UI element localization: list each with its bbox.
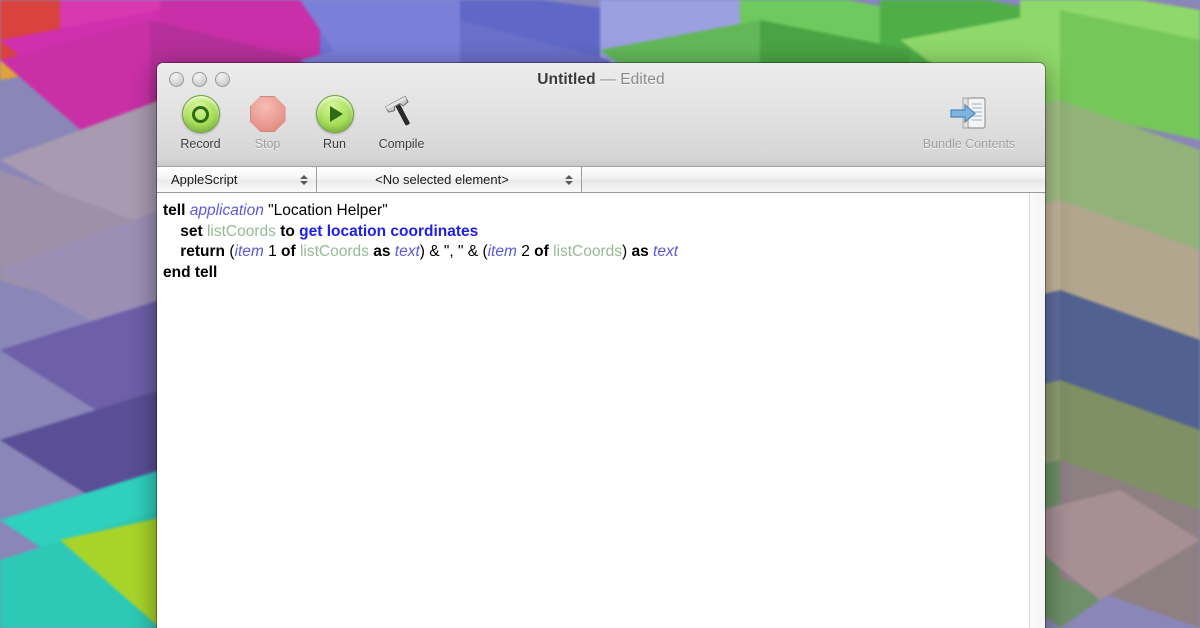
navbar-filler xyxy=(582,167,1045,192)
code-token: to xyxy=(280,222,295,240)
bundle-contents-button[interactable]: Bundle Contents xyxy=(899,94,1039,151)
bundle-contents-icon xyxy=(947,94,991,134)
code-token: listCoords xyxy=(553,243,623,261)
code-token: 1 xyxy=(263,243,282,261)
code-token: 2 xyxy=(516,243,535,261)
code-token: end tell xyxy=(163,263,218,281)
language-popup-value: AppleScript xyxy=(171,172,238,187)
code-token: of xyxy=(281,243,296,261)
record-button-label: Record xyxy=(180,137,221,151)
code-token: "Location Helper" xyxy=(263,202,388,219)
compile-button[interactable]: Compile xyxy=(368,94,435,151)
script-source-text[interactable]: tell application "Location Helper" set l… xyxy=(157,193,1029,628)
code-token: tell xyxy=(163,202,186,219)
editor-area: tell application "Location Helper" set l… xyxy=(157,193,1045,628)
element-popup[interactable]: <No selected element> xyxy=(317,167,582,192)
code-token: return xyxy=(180,243,226,261)
window-title-text: Untitled xyxy=(537,71,596,88)
run-button-label: Run xyxy=(323,137,346,151)
language-popup[interactable]: AppleScript xyxy=(157,167,317,192)
run-play-icon xyxy=(315,94,354,134)
code-token: text xyxy=(394,243,420,261)
compile-button-label: Compile xyxy=(378,137,425,151)
toolbar-right-group: Bundle Contents xyxy=(899,94,1039,151)
code-line: tell application "Location Helper" xyxy=(163,201,1023,222)
code-token: as xyxy=(631,243,649,261)
bundle-contents-label: Bundle Contents xyxy=(922,137,1016,151)
code-line: set listCoords to get location coordinat… xyxy=(163,222,1023,243)
code-line: end tell xyxy=(163,263,1023,284)
code-token: application xyxy=(189,202,264,219)
desktop-background: Untitled — Edited Record Stop Run Compil… xyxy=(0,0,1200,628)
code-token: listCoords xyxy=(206,222,276,240)
applescript-editor-window: Untitled — Edited Record Stop Run Compil… xyxy=(157,63,1045,628)
run-button[interactable]: Run xyxy=(301,94,368,151)
window-title: Untitled — Edited xyxy=(157,70,1045,89)
code-token: as xyxy=(373,243,391,261)
code-token: text xyxy=(653,243,679,261)
window-chrome: Untitled — Edited Record Stop Run Compil… xyxy=(157,63,1045,167)
stop-octagon-icon xyxy=(249,94,286,134)
element-popup-value: <No selected element> xyxy=(375,172,509,187)
code-token: ) & ", " & ( xyxy=(419,243,488,261)
stop-button[interactable]: Stop xyxy=(234,94,301,151)
code-token: of xyxy=(534,243,549,261)
code-token: get location coordinates xyxy=(299,222,479,240)
window-title-state: Edited xyxy=(620,71,665,88)
record-button[interactable]: Record xyxy=(167,94,234,151)
code-token: ( xyxy=(225,243,235,261)
stop-button-label: Stop xyxy=(254,137,281,151)
code-line: return (item 1 of listCoords as text) & … xyxy=(163,242,1023,263)
updown-arrows-icon xyxy=(300,174,308,185)
toolbar: Record Stop Run Compile xyxy=(167,94,435,151)
updown-arrows-icon xyxy=(565,174,573,185)
code-token: set xyxy=(180,222,203,240)
code-token: item xyxy=(487,243,517,261)
hammer-icon xyxy=(382,94,422,134)
code-token: item xyxy=(234,243,264,261)
window-title-separator: — xyxy=(600,71,616,88)
navigation-bar: AppleScript <No selected element> xyxy=(157,167,1045,193)
code-token: listCoords xyxy=(299,243,369,261)
vertical-scrollbar[interactable] xyxy=(1029,193,1045,628)
record-circle-icon xyxy=(181,94,220,134)
